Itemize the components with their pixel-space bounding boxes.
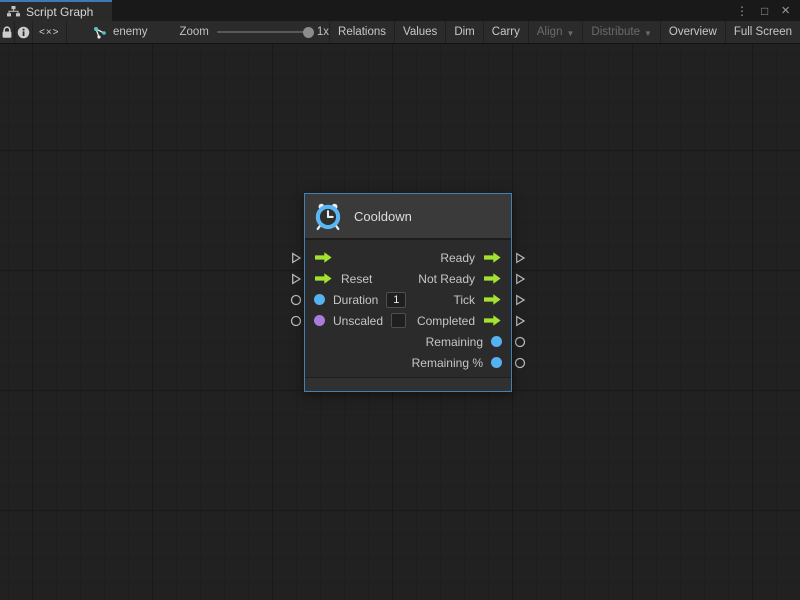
flow-input-port[interactable]: Reset: [314, 272, 372, 286]
value-output-port[interactable]: Remaining: [426, 335, 502, 349]
port-row: Unscaled Completed: [305, 310, 511, 331]
value-input-port-marker[interactable]: [290, 293, 302, 305]
flow-input-port-marker[interactable]: [290, 251, 302, 263]
carry-button[interactable]: Carry: [483, 21, 528, 43]
toolbar-right-group: Relations Values Dim Carry Align ▼ Distr…: [329, 21, 800, 43]
graph-reference-label: enemy: [113, 26, 148, 38]
port-row: Duration Tick: [305, 289, 511, 310]
node-footer: [305, 377, 511, 391]
duration-input[interactable]: [386, 292, 406, 308]
value-output-port-marker[interactable]: [514, 356, 526, 368]
port-label: Tick: [453, 293, 475, 307]
disconnect-icon: <×>: [39, 27, 60, 38]
value-port-dot: [314, 294, 325, 305]
script-graph-window: Script Graph ⋮ □ ×: [0, 0, 800, 600]
disconnect-button[interactable]: <×>: [33, 21, 67, 43]
value-input-port-marker[interactable]: [290, 314, 302, 326]
value-port-dot: [491, 357, 502, 368]
value-port-dot: [491, 336, 502, 347]
zoom-label: Zoom: [179, 26, 208, 38]
flow-arrow-icon: [483, 251, 502, 264]
lock-button[interactable]: [0, 21, 15, 43]
graph-toolbar: <×> enemy Zoom 1x Relations Values: [0, 21, 800, 44]
flow-arrow-icon: [483, 293, 502, 306]
close-icon[interactable]: ×: [781, 3, 790, 18]
port-label: Completed: [417, 314, 475, 328]
graph-canvas[interactable]: Cooldown Ready: [0, 44, 800, 600]
info-button[interactable]: [15, 21, 33, 43]
port-label: Unscaled: [333, 314, 383, 328]
flow-output-port[interactable]: Tick: [453, 293, 502, 307]
port-row: Remaining %: [305, 352, 511, 373]
zoom-value: 1x: [317, 26, 329, 38]
flow-output-port[interactable]: Completed: [417, 314, 502, 328]
alarm-clock-icon: [313, 201, 343, 231]
zoom-slider-handle[interactable]: [303, 27, 314, 38]
node-title: Cooldown: [354, 209, 412, 224]
port-row: Reset Not Ready: [305, 268, 511, 289]
flow-input-port-marker[interactable]: [290, 272, 302, 284]
window-controls: ⋮ □ ×: [736, 0, 800, 21]
overview-button[interactable]: Overview: [660, 21, 725, 43]
port-row: Remaining: [305, 331, 511, 352]
flow-input-port[interactable]: [314, 251, 333, 264]
value-input-port[interactable]: Duration: [314, 292, 406, 308]
relations-button[interactable]: Relations: [329, 21, 394, 43]
value-output-port-marker[interactable]: [514, 335, 526, 347]
value-input-port[interactable]: Unscaled: [314, 313, 406, 328]
graph-hierarchy-icon: [7, 6, 20, 17]
flow-arrow-icon: [483, 272, 502, 285]
flow-arrow-icon: [483, 314, 502, 327]
port-row: Ready: [305, 247, 511, 268]
port-label: Reset: [341, 272, 372, 286]
flow-output-port-marker[interactable]: [514, 251, 526, 263]
lock-icon: [1, 26, 13, 39]
info-icon: [17, 26, 30, 39]
flow-output-port[interactable]: Not Ready: [418, 272, 502, 286]
port-label: Not Ready: [418, 272, 475, 286]
zoom-slider[interactable]: [217, 31, 309, 33]
node-header[interactable]: Cooldown: [305, 194, 511, 240]
flow-output-port-marker[interactable]: [514, 314, 526, 326]
full-screen-button[interactable]: Full Screen: [725, 21, 800, 43]
port-label: Remaining: [426, 335, 483, 349]
zoom-control: Zoom 1x: [179, 21, 329, 43]
flow-output-port-marker[interactable]: [514, 272, 526, 284]
window-menu-icon[interactable]: ⋮: [736, 5, 748, 17]
port-label: Remaining %: [412, 356, 483, 370]
title-bar: Script Graph ⋮ □ ×: [0, 0, 800, 21]
align-button: Align ▼: [528, 21, 583, 43]
node-body: Ready Reset: [305, 240, 511, 377]
flow-output-port-marker[interactable]: [514, 293, 526, 305]
flow-arrow-icon: [314, 251, 333, 264]
dim-button[interactable]: Dim: [445, 21, 482, 43]
maximize-icon[interactable]: □: [761, 5, 768, 17]
port-label: Duration: [333, 293, 378, 307]
flow-arrow-icon: [314, 272, 333, 285]
title-bar-spacer: [112, 0, 736, 21]
port-label: Ready: [440, 251, 475, 265]
value-port-dot: [314, 315, 325, 326]
cooldown-node[interactable]: Cooldown Ready: [304, 193, 512, 392]
cooldown-node-region: Cooldown Ready: [283, 193, 533, 391]
values-button[interactable]: Values: [394, 21, 445, 43]
flow-output-port[interactable]: Ready: [440, 251, 502, 265]
value-output-port[interactable]: Remaining %: [412, 356, 502, 370]
distribute-button: Distribute ▼: [582, 21, 660, 43]
script-graph-asset-icon: [93, 26, 107, 39]
graph-reference[interactable]: enemy: [93, 21, 148, 43]
chevron-down-icon: ▼: [566, 29, 574, 38]
tab-script-graph[interactable]: Script Graph: [0, 0, 112, 21]
unscaled-checkbox[interactable]: [391, 313, 406, 328]
tab-title: Script Graph: [26, 5, 93, 19]
chevron-down-icon: ▼: [644, 29, 652, 38]
